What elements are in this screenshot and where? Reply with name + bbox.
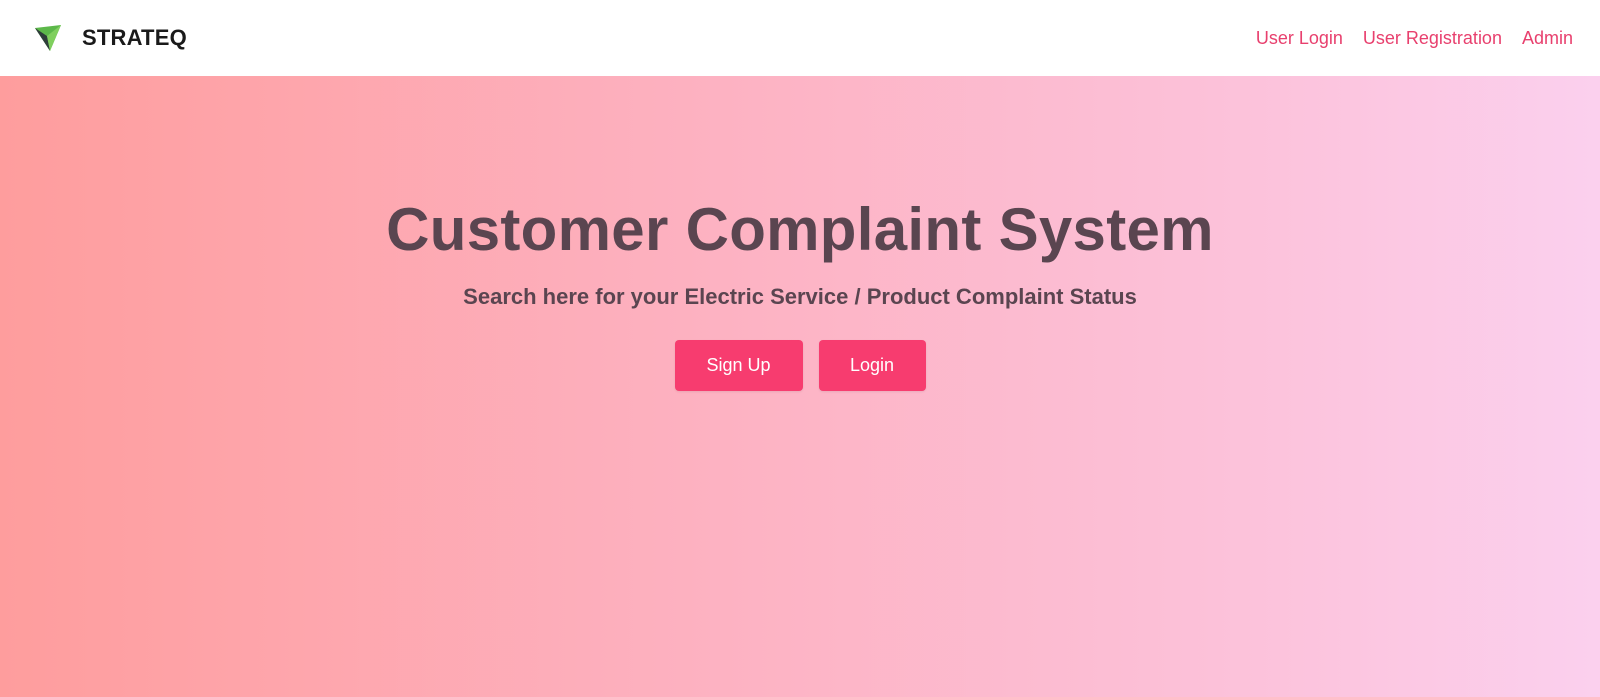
hero-actions: Sign Up Login [0,340,1600,391]
login-button[interactable]: Login [818,340,926,391]
nav-link-user-login[interactable]: User Login [1256,28,1343,49]
top-navbar: STRATEQ User Login User Registration Adm… [0,0,1600,76]
brand-name: STRATEQ [82,25,187,50]
brand[interactable]: STRATEQ [33,23,187,53]
hero-section: Customer Complaint System Search here fo… [0,76,1600,697]
hero-title: Customer Complaint System [386,196,1214,263]
paper-plane-logo-icon [35,25,61,51]
nav-link-admin[interactable]: Admin [1522,28,1573,49]
hero-subtitle: Search here for your Electric Service / … [463,284,1137,309]
nav-links: User Login User Registration Admin [1256,28,1573,49]
sign-up-button[interactable]: Sign Up [674,340,803,391]
nav-link-user-registration[interactable]: User Registration [1363,28,1502,49]
